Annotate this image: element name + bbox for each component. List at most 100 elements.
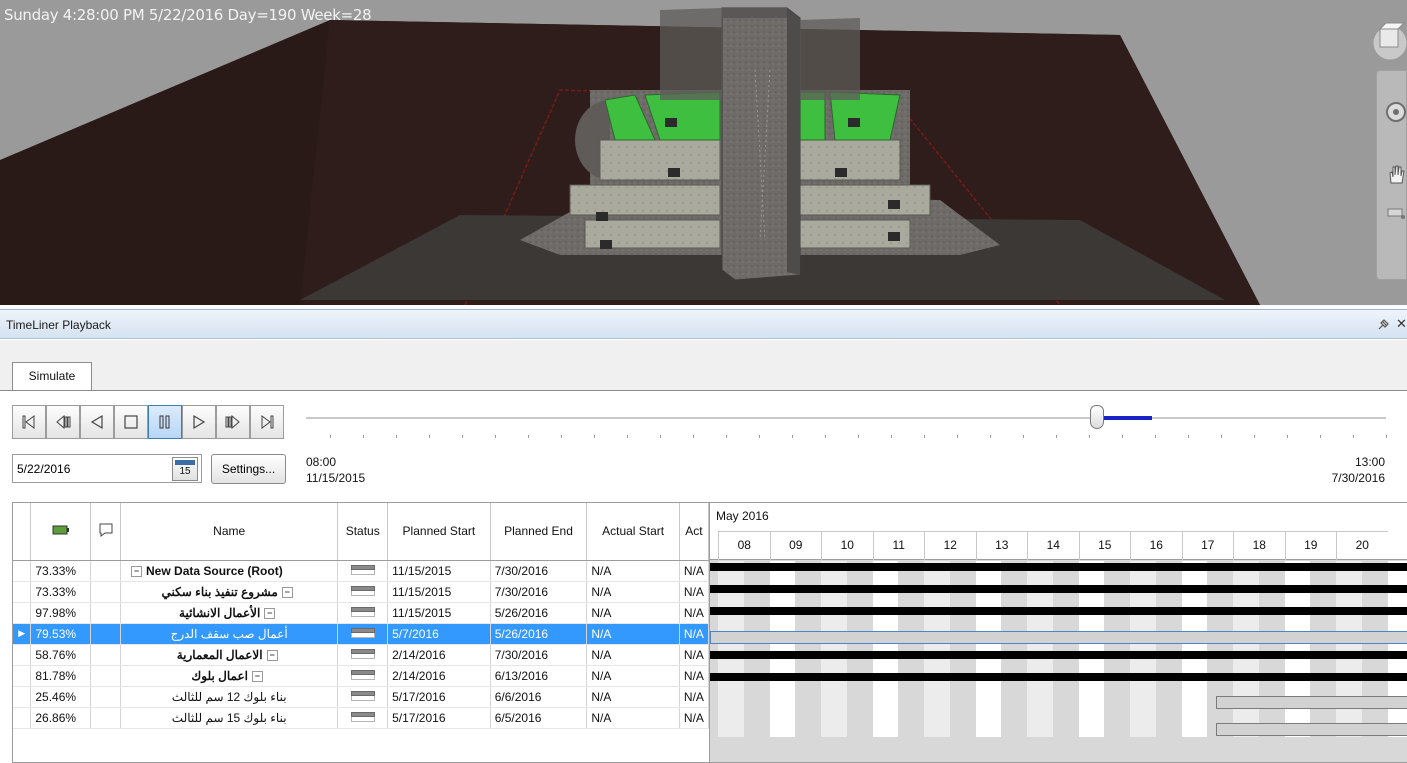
nav-cube-icon[interactable] bbox=[1360, 15, 1407, 63]
zoom-icon[interactable] bbox=[1385, 201, 1407, 223]
planned-start-cell[interactable]: 2/14/2016 bbox=[387, 644, 491, 666]
planned-start-cell[interactable]: 2/14/2016 bbox=[387, 665, 491, 687]
gantt-chart[interactable]: May 2016 08 09 10 11 12 13 14 15 16 17 18 19 20 bbox=[709, 502, 1407, 763]
table-row[interactable]: 73.33% − New Data Source (Root) 11/15/2015 7… bbox=[13, 560, 709, 582]
table-row[interactable]: 58.76% الاعمال المعمارية − 2/14/2016 7/30/20… bbox=[13, 644, 709, 666]
table-row[interactable]: 97.98% الأعمال الانشائية − 11/15/2015 5/26/2… bbox=[13, 602, 709, 624]
play-reverse-button[interactable] bbox=[80, 405, 114, 439]
column-header-planned-end[interactable]: Planned End bbox=[490, 503, 588, 561]
gantt-row[interactable] bbox=[710, 715, 1407, 737]
gantt-task-bar[interactable] bbox=[1216, 696, 1407, 709]
table-row[interactable]: ▶ 79.53% أعمال صب سقف الدرج 5/7/2016 5/26/20… bbox=[13, 623, 709, 645]
planned-end-cell[interactable]: 7/30/2016 bbox=[490, 560, 588, 582]
planned-start-cell[interactable]: 11/15/2015 bbox=[387, 581, 491, 603]
actual-start-cell[interactable]: N/A bbox=[586, 560, 680, 582]
gantt-summary-bar[interactable] bbox=[710, 651, 1407, 659]
task-name-cell[interactable]: الأعمال الانشائية − bbox=[120, 602, 339, 624]
task-name-cell[interactable]: بناء بلوك 12 سم للثالث bbox=[120, 686, 339, 708]
table-row[interactable]: 81.78% اعمال بلوك −2/14/2016 6/13/2016 N/A N/… bbox=[13, 665, 709, 687]
task-name-cell[interactable]: مشروع تنفيذ بناء سكني − bbox=[120, 581, 339, 603]
planned-end-cell[interactable]: 5/26/2016 bbox=[490, 602, 588, 624]
row-indicator[interactable] bbox=[13, 665, 32, 687]
actual-end-cell[interactable]: N/A bbox=[679, 623, 709, 645]
collapse-toggle-icon[interactable]: − bbox=[131, 565, 143, 577]
planned-start-cell[interactable]: 11/15/2015 bbox=[387, 602, 491, 624]
actual-start-cell[interactable]: N/A bbox=[586, 707, 680, 729]
column-header-actual-start[interactable]: Actual Start bbox=[586, 503, 680, 561]
planned-start-cell[interactable]: 11/15/2015 bbox=[387, 560, 491, 582]
actual-end-cell[interactable]: N/A bbox=[679, 686, 709, 708]
actual-start-cell[interactable]: N/A bbox=[586, 665, 680, 687]
step-forward-button[interactable] bbox=[216, 405, 250, 439]
actual-start-cell[interactable]: N/A bbox=[586, 623, 680, 645]
settings-button[interactable]: Settings... bbox=[211, 454, 286, 484]
gantt-row[interactable] bbox=[710, 671, 1407, 693]
task-name-cell[interactable]: اعمال بلوك − bbox=[120, 665, 339, 687]
pause-button[interactable] bbox=[148, 405, 182, 439]
tab-simulate[interactable]: Simulate bbox=[12, 362, 92, 390]
column-header-status[interactable]: Status bbox=[337, 503, 389, 561]
gantt-summary-bar[interactable] bbox=[710, 673, 1407, 681]
planned-end-cell[interactable]: 5/26/2016 bbox=[490, 623, 588, 645]
actual-end-cell[interactable]: N/A bbox=[679, 707, 709, 729]
task-name-cell[interactable]: − New Data Source (Root) bbox=[120, 560, 339, 582]
actual-start-cell[interactable]: N/A bbox=[586, 581, 680, 603]
actual-end-cell[interactable]: N/A bbox=[679, 665, 709, 687]
steering-wheel-icon[interactable] bbox=[1385, 101, 1407, 123]
gantt-task-bar[interactable] bbox=[1216, 723, 1407, 736]
actual-start-cell[interactable]: N/A bbox=[586, 602, 680, 624]
column-header-comments[interactable] bbox=[90, 503, 122, 561]
column-header-progress[interactable] bbox=[30, 503, 92, 561]
actual-start-cell[interactable]: N/A bbox=[586, 644, 680, 666]
row-indicator[interactable] bbox=[13, 581, 32, 603]
row-indicator[interactable] bbox=[13, 560, 32, 582]
actual-end-cell[interactable]: N/A bbox=[679, 602, 709, 624]
gantt-summary-bar[interactable] bbox=[710, 585, 1407, 593]
actual-end-cell[interactable]: N/A bbox=[679, 644, 709, 666]
stop-button[interactable] bbox=[114, 405, 148, 439]
time-slider-thumb[interactable] bbox=[1090, 405, 1104, 429]
actual-end-cell[interactable]: N/A bbox=[679, 560, 709, 582]
planned-end-cell[interactable]: 7/30/2016 bbox=[490, 644, 588, 666]
task-name-cell[interactable]: أعمال صب سقف الدرج bbox=[120, 623, 339, 645]
column-header-name[interactable]: Name bbox=[120, 503, 339, 561]
task-name-cell[interactable]: بناء بلوك 15 سم للثالث bbox=[120, 707, 339, 729]
gantt-row[interactable] bbox=[710, 693, 1407, 715]
actual-end-cell[interactable]: N/A bbox=[679, 581, 709, 603]
gantt-row[interactable] bbox=[710, 627, 1407, 649]
step-back-button[interactable] bbox=[46, 405, 80, 439]
collapse-toggle-icon[interactable]: − bbox=[264, 607, 276, 619]
planned-start-cell[interactable]: 5/17/2016 bbox=[387, 707, 491, 729]
gantt-row[interactable] bbox=[710, 583, 1407, 605]
3d-viewport[interactable]: Sunday 4:28:00 PM 5/22/2016 Day=190 Week… bbox=[0, 0, 1407, 305]
task-name-cell[interactable]: الاعمال المعمارية − bbox=[120, 644, 339, 666]
table-row[interactable]: 73.33% مشروع تنفيذ بناء سكني − 11/15/2015 7/… bbox=[13, 581, 709, 603]
planned-start-cell[interactable]: 5/17/2016 bbox=[387, 686, 491, 708]
pan-hand-icon[interactable] bbox=[1385, 163, 1407, 185]
row-indicator[interactable]: ▶ bbox=[13, 623, 32, 645]
gantt-summary-bar[interactable] bbox=[710, 607, 1407, 615]
pin-icon[interactable] bbox=[1376, 318, 1390, 332]
column-header-actual-end[interactable]: Act bbox=[679, 503, 709, 561]
row-indicator[interactable] bbox=[13, 686, 32, 708]
gantt-row[interactable] bbox=[710, 649, 1407, 671]
planned-end-cell[interactable]: 6/6/2016 bbox=[490, 686, 588, 708]
calendar-icon[interactable]: 15 bbox=[172, 457, 198, 481]
collapse-toggle-icon[interactable]: − bbox=[281, 586, 293, 598]
planned-start-cell[interactable]: 5/7/2016 bbox=[387, 623, 491, 645]
gantt-summary-bar[interactable] bbox=[710, 563, 1407, 571]
column-header-planned-start[interactable]: Planned Start bbox=[387, 503, 491, 561]
gantt-task-bar[interactable] bbox=[710, 631, 1407, 644]
collapse-toggle-icon[interactable]: − bbox=[266, 649, 278, 661]
row-indicator[interactable] bbox=[13, 602, 32, 624]
planned-end-cell[interactable]: 6/13/2016 bbox=[490, 665, 588, 687]
table-row[interactable]: 25.46% بناء بلوك 12 سم للثالث 5/17/2016 6/6… bbox=[13, 686, 709, 708]
forward-to-end-button[interactable] bbox=[250, 405, 284, 439]
actual-start-cell[interactable]: N/A bbox=[586, 686, 680, 708]
close-icon[interactable]: ✕ bbox=[1396, 316, 1407, 332]
table-row[interactable]: 26.86% بناء بلوك 15 سم للثالث 5/17/2016 6/5… bbox=[13, 707, 709, 729]
planned-end-cell[interactable]: 7/30/2016 bbox=[490, 581, 588, 603]
task-grid[interactable]: Name Status Planned Start Planned End Ac… bbox=[12, 502, 709, 763]
gantt-row[interactable] bbox=[710, 605, 1407, 627]
time-slider-track[interactable] bbox=[306, 417, 1386, 419]
